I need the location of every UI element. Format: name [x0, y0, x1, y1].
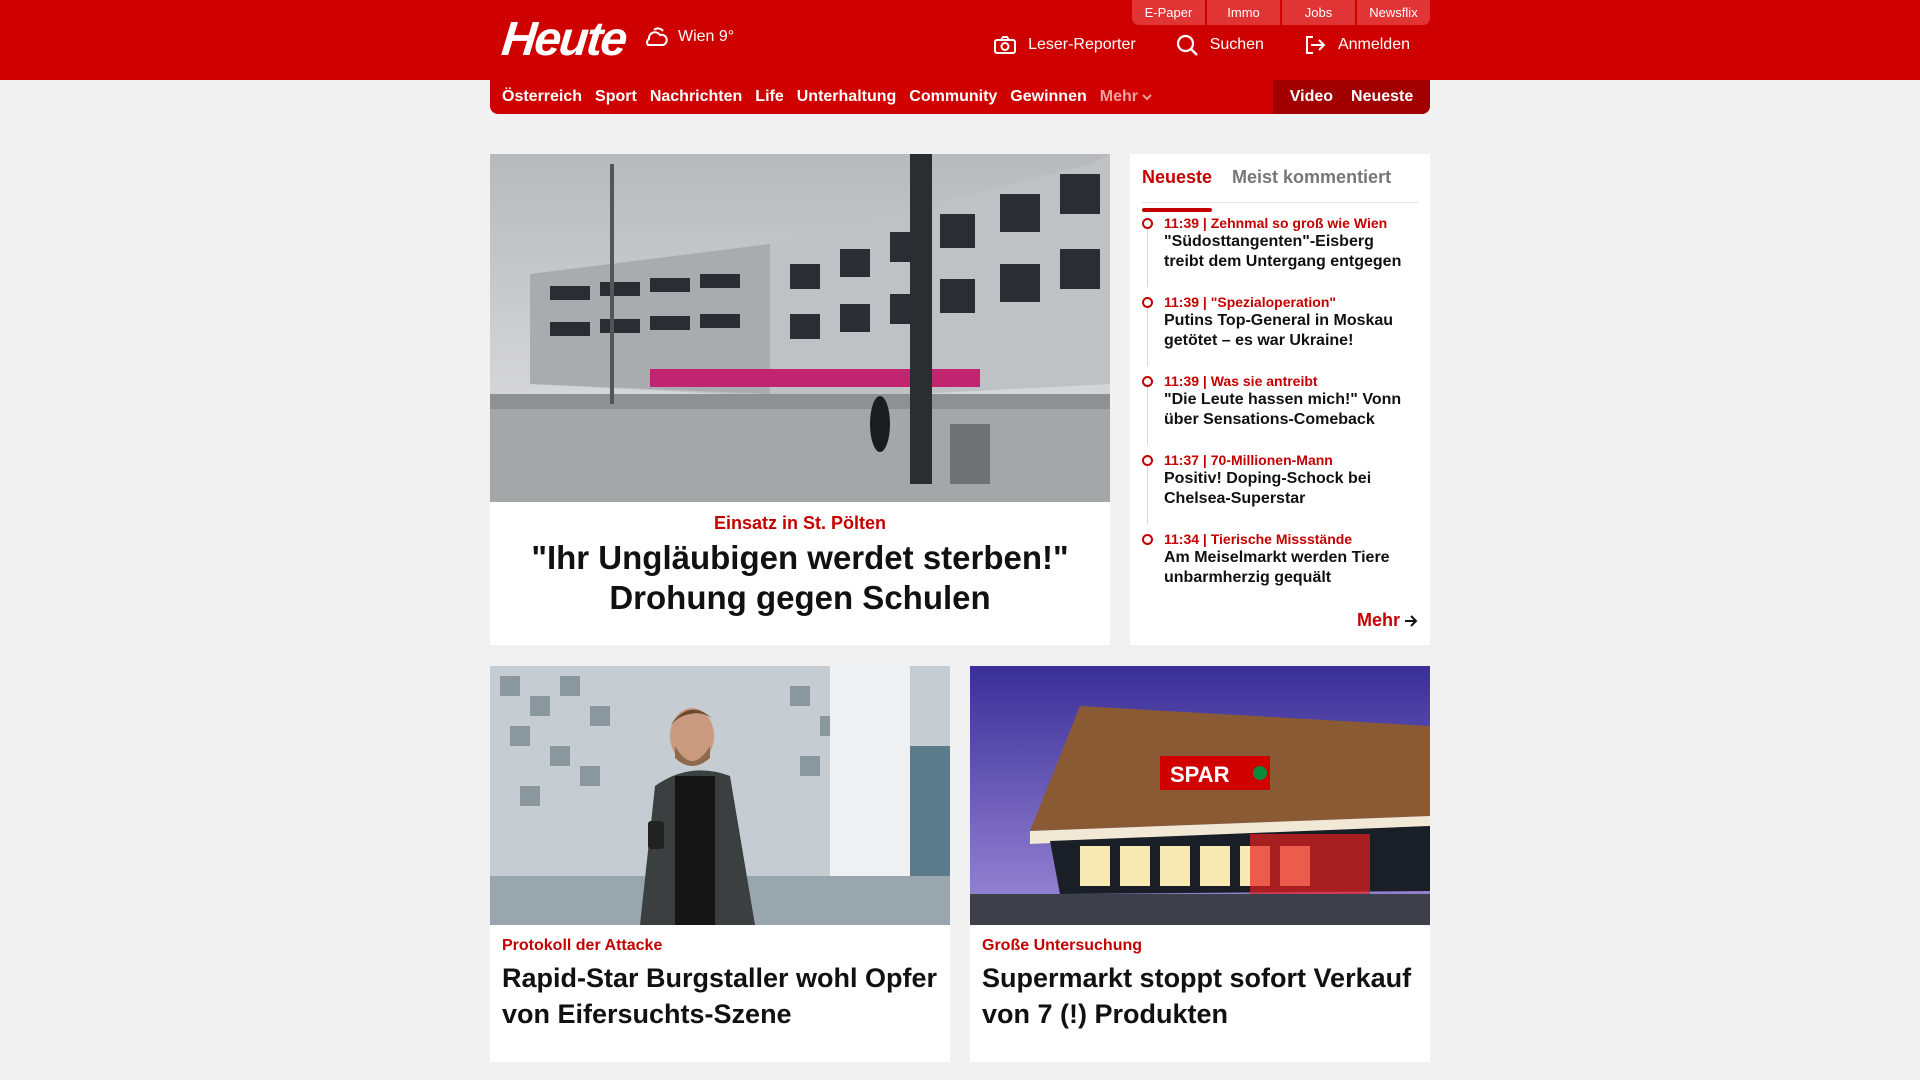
- ticker-title[interactable]: "Südosttangenten"-Eisberg treibt dem Unt…: [1164, 232, 1418, 272]
- ticker-meta: 11:34 | Tierische Missstände: [1164, 531, 1353, 547]
- nav-item-neueste[interactable]: Neueste: [1351, 88, 1413, 106]
- ticker-meta: 11:39 | Zehnmal so groß wie Wien: [1164, 215, 1388, 231]
- header-actions: Leser-Reporter Suchen Anmelden: [994, 34, 1410, 56]
- timeline-line: [1147, 387, 1148, 445]
- search-icon: [1176, 34, 1198, 56]
- ticker-title[interactable]: "Die Leute hassen mich!" Vonn über Sensa…: [1164, 390, 1418, 430]
- top-link-newsflix[interactable]: Newsflix: [1357, 0, 1430, 25]
- ticker-more-label: Mehr: [1356, 610, 1400, 630]
- main-nav: Österreich Sport Nachrichten Life Unterh…: [490, 80, 1430, 114]
- ticker-title[interactable]: Positiv! Doping-Schock bei Chelsea-Super…: [1164, 469, 1418, 509]
- timeline-dot: [1142, 218, 1153, 229]
- arrow-right-icon: [1405, 614, 1418, 627]
- top-link-jobs[interactable]: Jobs: [1282, 0, 1355, 25]
- timeline-dot: [1142, 534, 1153, 545]
- card-title[interactable]: Rapid-Star Burgstaller wohl Opfer von Ei…: [502, 960, 942, 1032]
- chevron-down-icon: [1142, 94, 1152, 101]
- weather-label: Wien 9°: [678, 28, 735, 45]
- hero-image[interactable]: [490, 154, 1110, 502]
- ticker-meta: 11:39 | "Spezialoperation": [1164, 294, 1337, 310]
- card-title[interactable]: Supermarkt stoppt sofort Verkauf von 7 (…: [982, 960, 1422, 1032]
- tab-meist-kommentiert[interactable]: Meist kommentiert: [1232, 162, 1391, 202]
- search-button[interactable]: Suchen: [1176, 34, 1264, 56]
- leser-reporter-button[interactable]: Leser-Reporter: [994, 34, 1136, 56]
- nav-highlight: Video Neueste: [1273, 80, 1430, 114]
- hero-kicker: Einsatz in St. Pölten: [713, 513, 887, 533]
- nav-item-nachrichten[interactable]: Nachrichten: [650, 88, 742, 106]
- nav-item-community[interactable]: Community: [909, 88, 997, 106]
- store-sign-text: SPAR: [1170, 762, 1230, 787]
- tab-neueste[interactable]: Neueste: [1142, 162, 1213, 212]
- heute-logo[interactable]: Heute: [499, 10, 629, 70]
- nav-more-label: Mehr: [1099, 88, 1138, 105]
- weather-widget[interactable]: Wien 9°: [640, 24, 734, 50]
- ticker-title[interactable]: Putins Top-General in Moskau getötet – e…: [1164, 311, 1418, 351]
- login-label: Anmelden: [1337, 36, 1410, 53]
- article-card[interactable]: SPAR Große Untersuchung Supermarkt stopp…: [970, 666, 1430, 1062]
- cloud-sun-icon: [646, 27, 668, 46]
- timeline-line: [1147, 466, 1148, 524]
- ticker-item[interactable]: 11:34 | Tierische Missstände Am Meiselma…: [1142, 530, 1418, 609]
- nav-item-oesterreich[interactable]: Österreich: [502, 88, 582, 106]
- nav-item-gewinnen[interactable]: Gewinnen: [1010, 88, 1086, 106]
- ticker-item[interactable]: 11:39 | "Spezialoperation" Putins Top-Ge…: [1142, 293, 1418, 372]
- timeline-dot: [1142, 297, 1153, 308]
- timeline-line: [1147, 308, 1148, 366]
- nav-item-video[interactable]: Video: [1290, 88, 1333, 106]
- login-button[interactable]: Anmelden: [1304, 34, 1410, 56]
- nav-item-unterhaltung[interactable]: Unterhaltung: [797, 88, 897, 106]
- timeline-line: [1147, 229, 1148, 287]
- news-ticker: Neueste Meist kommentiert 11:39 | Zehnma…: [1130, 154, 1430, 645]
- timeline-dot: [1142, 455, 1153, 466]
- ticker-meta: 11:39 | Was sie antreibt: [1164, 373, 1318, 389]
- ticker-list: 11:39 | Zehnmal so groß wie Wien "Südost…: [1142, 214, 1418, 609]
- ticker-title[interactable]: Am Meiselmarkt werden Tiere unbarmherzig…: [1164, 548, 1418, 588]
- card-kicker: Große Untersuchung: [982, 937, 1143, 954]
- header: Heute Wien 9° E-Paper Immo Jobs Newsflix…: [490, 0, 1430, 80]
- nav-more-dropdown[interactable]: Mehr: [1100, 88, 1152, 106]
- top-link-epaper[interactable]: E-Paper: [1132, 0, 1205, 25]
- camera-icon: [994, 36, 1017, 54]
- nav-item-sport[interactable]: Sport: [595, 88, 637, 106]
- article-image[interactable]: SPAR: [970, 666, 1430, 925]
- article-image[interactable]: [490, 666, 950, 925]
- top-links: E-Paper Immo Jobs Newsflix: [1132, 0, 1430, 25]
- ticker-item[interactable]: 11:39 | Was sie antreibt "Die Leute hass…: [1142, 372, 1418, 451]
- ticker-item[interactable]: 11:37 | 70-Millionen-Mann Positiv! Dopin…: [1142, 451, 1418, 530]
- timeline-dot: [1142, 376, 1153, 387]
- ticker-meta: 11:37 | 70-Millionen-Mann: [1164, 452, 1333, 468]
- ticker-tabs: Neueste Meist kommentiert: [1142, 162, 1418, 212]
- article-card[interactable]: Protokoll der Attacke Rapid-Star Burgsta…: [490, 666, 950, 1062]
- ticker-more-link[interactable]: Mehr: [1357, 610, 1418, 631]
- leser-reporter-label: Leser-Reporter: [1028, 36, 1136, 53]
- ticker-item[interactable]: 11:39 | Zehnmal so groß wie Wien "Südost…: [1142, 214, 1418, 293]
- card-kicker: Protokoll der Attacke: [502, 937, 663, 954]
- search-label: Suchen: [1209, 36, 1264, 53]
- login-icon: [1305, 36, 1326, 54]
- hero-article[interactable]: Einsatz in St. Pölten "Ihr Ungläubigen w…: [490, 154, 1110, 645]
- nav-item-life[interactable]: Life: [755, 88, 783, 106]
- top-link-immo[interactable]: Immo: [1207, 0, 1280, 25]
- hero-title[interactable]: "Ihr Ungläubigen werdet sterben!" Drohun…: [490, 538, 1110, 618]
